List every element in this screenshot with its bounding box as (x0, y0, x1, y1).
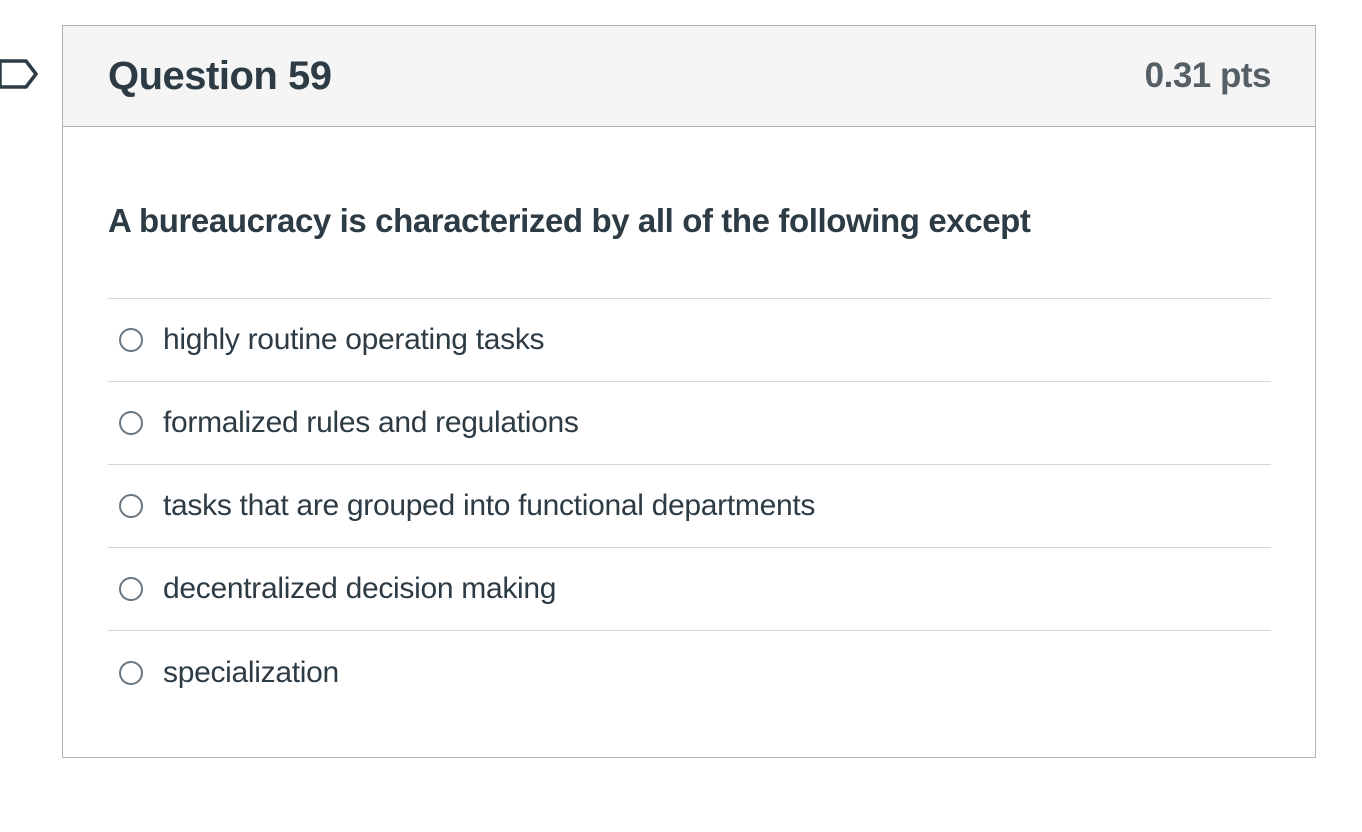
radio-button[interactable] (119, 411, 143, 435)
question-points: 0.31 pts (1144, 56, 1272, 95)
answer-label: decentralized decision making (163, 572, 557, 605)
answer-option[interactable]: specialization (108, 631, 1271, 714)
question-card: Question 59 0.31 pts A bureaucracy is ch… (62, 25, 1316, 758)
question-header: Question 59 0.31 pts (63, 26, 1315, 127)
answer-option[interactable]: decentralized decision making (108, 548, 1271, 631)
answer-option[interactable]: tasks that are grouped into functional d… (108, 465, 1271, 548)
radio-button[interactable] (119, 328, 143, 352)
answer-label: highly routine operating tasks (163, 323, 545, 356)
flag-question-icon[interactable] (0, 58, 40, 90)
radio-button[interactable] (119, 494, 143, 518)
question-text: A bureaucracy is characterized by all of… (108, 202, 1031, 239)
question-body: A bureaucracy is characterized by all of… (63, 197, 1315, 714)
answer-option[interactable]: formalized rules and regulations (108, 382, 1271, 465)
question-title: Question 59 (108, 53, 332, 98)
answer-label: specialization (163, 655, 339, 689)
radio-button[interactable] (119, 577, 143, 601)
answer-label: formalized rules and regulations (163, 406, 579, 439)
answer-label: tasks that are grouped into functional d… (163, 489, 816, 522)
radio-button[interactable] (119, 660, 143, 685)
answer-list: highly routine operating tasks formalize… (108, 298, 1271, 714)
answer-option[interactable]: highly routine operating tasks (108, 299, 1271, 382)
